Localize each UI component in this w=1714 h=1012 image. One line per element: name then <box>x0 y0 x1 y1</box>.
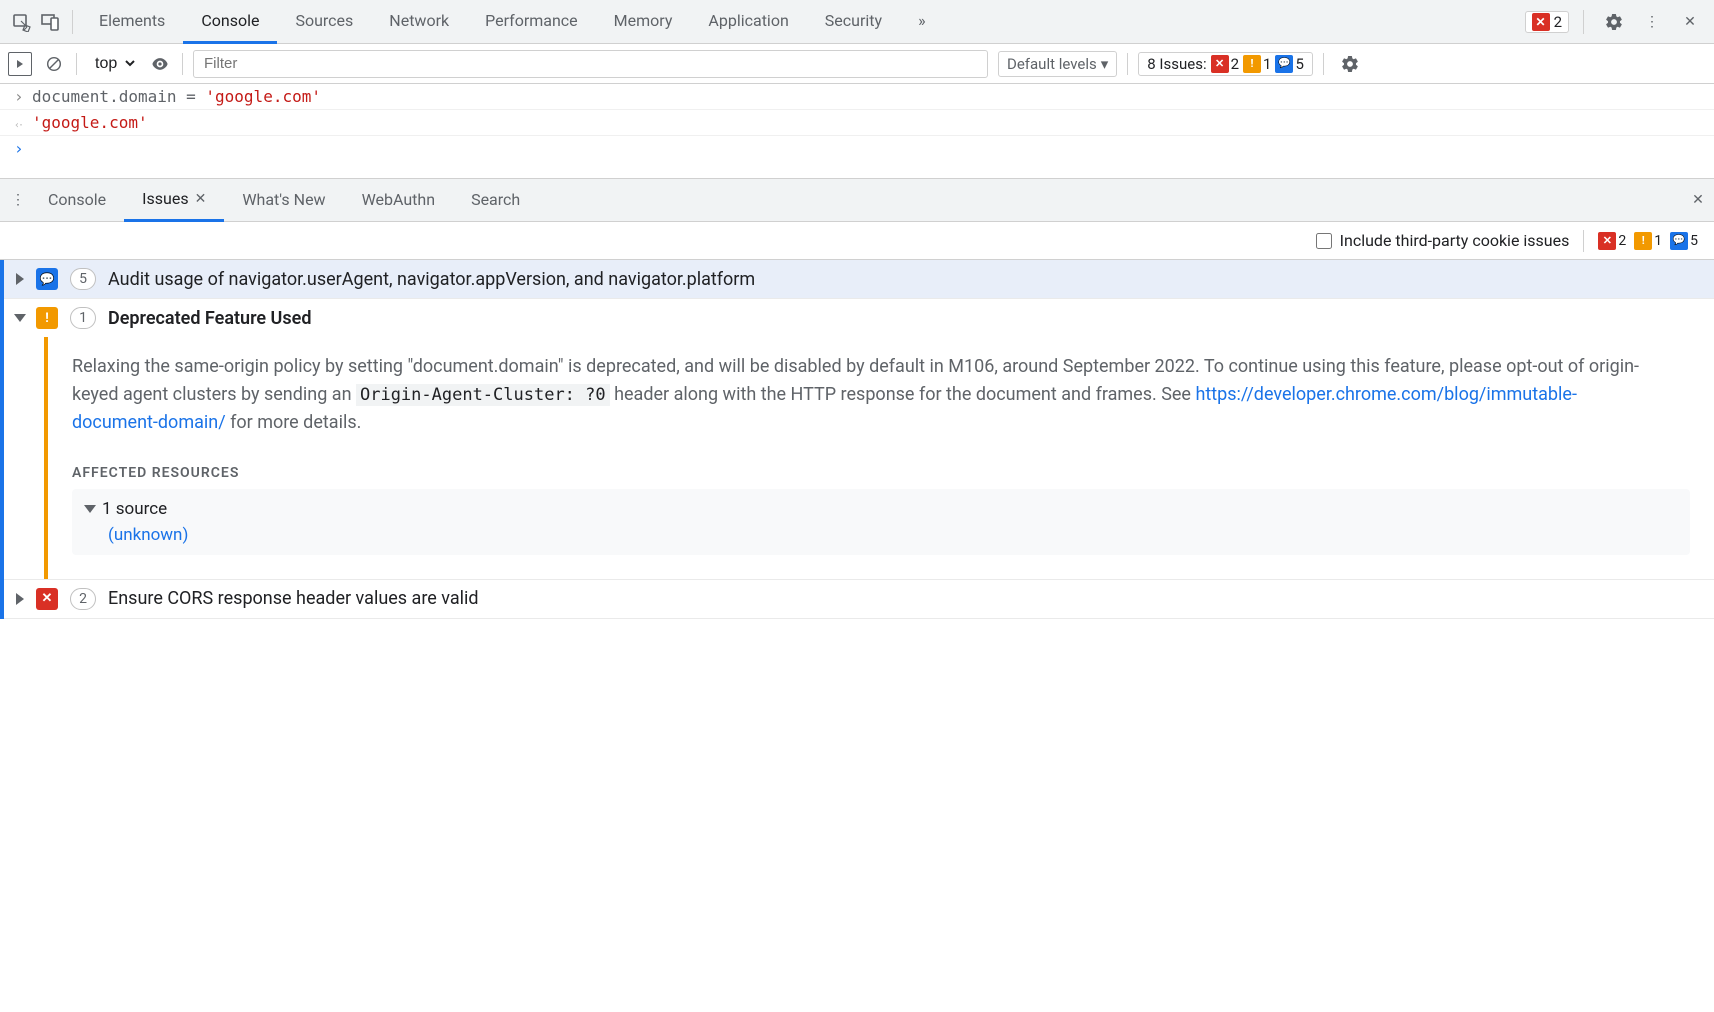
filter-input[interactable] <box>193 50 988 78</box>
third-party-cookie-checkbox[interactable]: Include third-party cookie issues <box>1316 231 1570 250</box>
issue-body: Relaxing the same-origin policy by setti… <box>44 337 1714 579</box>
issue-title: Ensure CORS response header values are v… <box>108 588 479 609</box>
context-selector[interactable]: top <box>87 52 138 75</box>
source-row[interactable]: 1 source <box>86 499 1676 519</box>
error-icon <box>1598 232 1616 250</box>
issues-list: 5 Audit usage of navigator.userAgent, na… <box>0 260 1714 619</box>
issue-title: Deprecated Feature Used <box>108 308 311 329</box>
expand-arrow-icon[interactable] <box>16 273 24 285</box>
error-icon <box>1532 13 1550 31</box>
issue-row[interactable]: 2 Ensure CORS response header values are… <box>4 579 1714 619</box>
error-icon <box>1211 55 1229 73</box>
expand-arrow-icon[interactable] <box>14 314 26 322</box>
kebab-menu-icon[interactable]: ⋮ <box>1636 6 1668 38</box>
expand-arrow-icon[interactable] <box>16 593 24 605</box>
error-count-badge[interactable]: 2 <box>1525 11 1569 33</box>
console-output-row: 'google.com' <box>0 110 1714 136</box>
tab-sources[interactable]: Sources <box>277 0 371 44</box>
live-expression-icon[interactable] <box>148 48 172 80</box>
sidebar-toggle-icon[interactable] <box>8 52 32 76</box>
tab-console[interactable]: Console <box>183 0 277 44</box>
issue-row[interactable]: 5 Audit usage of navigator.userAgent, na… <box>4 260 1714 299</box>
separator <box>76 53 77 75</box>
error-count: 2 <box>1554 13 1562 31</box>
console-settings-icon[interactable] <box>1334 48 1366 80</box>
console-prompt[interactable] <box>0 136 1714 178</box>
clear-console-icon[interactable] <box>42 52 66 76</box>
info-icon <box>1275 55 1293 73</box>
separator <box>1583 10 1584 34</box>
devtools-tabbar: Elements Console Sources Network Perform… <box>0 0 1714 44</box>
device-toolbar-icon[interactable] <box>36 8 64 36</box>
drawer-kebab-icon[interactable]: ⋮ <box>6 184 30 216</box>
separator <box>72 10 73 34</box>
affected-resources-header: AFFECTED RESOURCES <box>72 465 1690 481</box>
console-log: document.domain = 'google.com' 'google.c… <box>0 84 1714 178</box>
issues-summary[interactable]: 8 Issues: 2 1 5 <box>1138 52 1313 76</box>
console-toolbar: top Default levels▾ 8 Issues: 2 1 5 <box>0 44 1714 84</box>
prompt-icon <box>14 139 32 158</box>
issue-row[interactable]: 1 Deprecated Feature Used <box>4 299 1714 337</box>
separator <box>1127 53 1128 75</box>
issue-count: 1 <box>70 307 96 329</box>
issues-header: Include third-party cookie issues 2 1 5 <box>0 222 1714 260</box>
warning-issue-icon <box>36 307 58 329</box>
drawer-tabbar: ⋮ Console Issues ✕ What's New WebAuthn S… <box>0 178 1714 222</box>
issues-count-summary: 2 1 5 <box>1598 232 1698 250</box>
tab-network[interactable]: Network <box>371 0 467 44</box>
issue-description: Relaxing the same-origin policy by setti… <box>72 353 1642 437</box>
issues-label: 8 Issues: <box>1147 55 1206 73</box>
drawer-tab-issues[interactable]: Issues ✕ <box>124 178 224 222</box>
warning-icon <box>1634 232 1652 250</box>
separator <box>1323 53 1324 75</box>
close-drawer-icon[interactable]: ✕ <box>1682 184 1714 216</box>
issue-count: 5 <box>70 268 96 290</box>
source-link[interactable]: (unknown) <box>108 525 1676 545</box>
prompt-icon <box>14 87 32 106</box>
tab-security[interactable]: Security <box>807 0 900 44</box>
console-input-row: document.domain = 'google.com' <box>0 84 1714 110</box>
settings-icon[interactable] <box>1598 6 1630 38</box>
drawer-tab-whatsnew[interactable]: What's New <box>224 178 343 222</box>
tab-overflow[interactable]: » <box>900 0 944 44</box>
drawer-tab-webauthn[interactable]: WebAuthn <box>344 178 453 222</box>
warning-icon <box>1243 55 1261 73</box>
separator <box>182 53 183 75</box>
info-issue-icon <box>36 268 58 290</box>
tab-performance[interactable]: Performance <box>467 0 596 44</box>
drawer-tab-console[interactable]: Console <box>30 178 124 222</box>
error-issue-icon <box>36 588 58 610</box>
tab-memory[interactable]: Memory <box>596 0 691 44</box>
issue-title: Audit usage of navigator.userAgent, navi… <box>108 269 755 290</box>
tab-elements[interactable]: Elements <box>81 0 183 44</box>
inspect-element-icon[interactable] <box>8 8 36 36</box>
drawer-tab-search[interactable]: Search <box>453 178 538 222</box>
tab-application[interactable]: Application <box>690 0 806 44</box>
log-levels-dropdown[interactable]: Default levels▾ <box>998 51 1117 77</box>
expand-arrow-icon[interactable] <box>84 505 96 513</box>
close-devtools-icon[interactable]: ✕ <box>1674 6 1706 38</box>
issue-count: 2 <box>70 588 96 610</box>
close-tab-icon[interactable]: ✕ <box>195 178 207 220</box>
checkbox[interactable] <box>1316 233 1332 249</box>
main-tabs: Elements Console Sources Network Perform… <box>81 0 944 44</box>
return-icon <box>14 113 32 132</box>
affected-resources-box: 1 source (unknown) <box>72 489 1690 555</box>
info-icon <box>1670 232 1688 250</box>
